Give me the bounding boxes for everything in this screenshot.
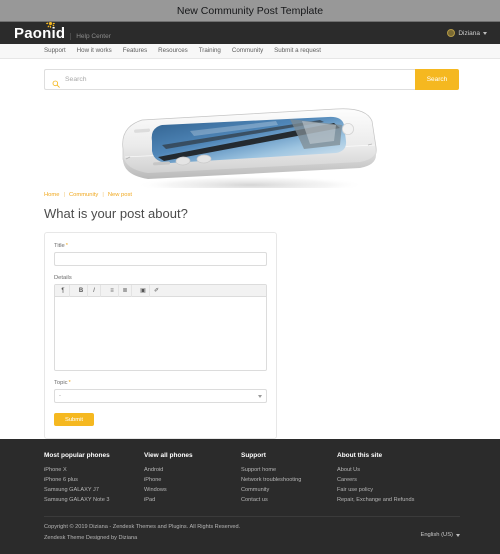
- details-field-label: Details: [54, 275, 72, 281]
- user-avatar-icon: [447, 29, 456, 38]
- nav-item-community[interactable]: Community: [232, 47, 263, 54]
- footer-column-most-popular-phones: Most popular phones iPhone X iPhone 6 pl…: [44, 452, 144, 507]
- footer-columns: Most popular phones iPhone X iPhone 6 pl…: [44, 452, 460, 507]
- window-title: New Community Post Template: [176, 4, 324, 17]
- breadcrumb-separator: |: [102, 192, 104, 198]
- search-placeholder: Search: [65, 75, 87, 83]
- nav-item-training[interactable]: Training: [199, 47, 221, 54]
- details-textarea[interactable]: [55, 297, 266, 370]
- footer-link[interactable]: iPhone: [144, 477, 241, 483]
- breadcrumb-item-new-post[interactable]: New post: [108, 192, 132, 198]
- language-selector[interactable]: English (US): [420, 532, 460, 538]
- footer-link[interactable]: Network troubleshooting: [241, 477, 337, 483]
- bold-icon[interactable]: B: [75, 285, 88, 297]
- footer-link[interactable]: Windows: [144, 487, 241, 493]
- search-button[interactable]: Search: [415, 68, 459, 90]
- footer-link[interactable]: iPhone X: [44, 467, 144, 473]
- topic-field-group: Topic* -: [54, 380, 267, 403]
- paragraph-icon[interactable]: ¶: [57, 285, 70, 297]
- site-header: Paonid Help Center Diziana: [0, 22, 500, 45]
- new-post-form: Title* Details ¶ B I ≡ ≣ ▣ ✐ Topic* - Su…: [44, 232, 277, 439]
- footer-link[interactable]: Support home: [241, 467, 337, 473]
- chevron-down-icon: [258, 394, 262, 398]
- search-section: Search Search: [0, 58, 500, 99]
- footer-link[interactable]: iPad: [144, 497, 241, 503]
- footer-column-view-all-phones: View all phones Android iPhone Windows i…: [144, 452, 241, 507]
- breadcrumb-separator: |: [63, 192, 65, 198]
- title-field-group: Title*: [54, 243, 267, 266]
- search-icon: [52, 75, 60, 88]
- editor-toolbar: ¶ B I ≡ ≣ ▣ ✐: [55, 285, 266, 297]
- footer-link[interactable]: Fair use policy: [337, 487, 457, 493]
- footer-link[interactable]: Android: [144, 467, 241, 473]
- details-editor: ¶ B I ≡ ≣ ▣ ✐: [54, 284, 267, 371]
- topic-field-label: Topic*: [54, 380, 267, 386]
- hero-image: [0, 98, 500, 188]
- page-root: Paonid Help Center Diziana Support How i…: [0, 22, 500, 554]
- chevron-down-icon: [456, 533, 460, 537]
- brand-subtitle: Help Center: [70, 32, 111, 40]
- breadcrumb-item-home[interactable]: Home: [44, 192, 59, 198]
- title-label-text: Title: [54, 243, 65, 249]
- footer-link[interactable]: About Us: [337, 467, 457, 473]
- user-menu[interactable]: Diziana: [447, 29, 487, 38]
- footer-heading: Support: [241, 452, 266, 459]
- user-menu-label: Diziana: [458, 29, 480, 37]
- footer-heading: Most popular phones: [44, 452, 110, 459]
- footer-link[interactable]: Repair, Exchange and Refunds: [337, 497, 457, 503]
- insert-image-icon[interactable]: ▣: [137, 285, 150, 297]
- footer-link[interactable]: Community: [241, 487, 337, 493]
- topic-select-value: -: [59, 393, 61, 399]
- required-marker: *: [68, 380, 71, 386]
- unordered-list-icon[interactable]: ≡: [106, 285, 119, 297]
- details-field-group: Details ¶ B I ≡ ≣ ▣ ✐: [54, 275, 267, 371]
- italic-icon[interactable]: I: [88, 285, 101, 297]
- breadcrumb: Home | Community | New post: [0, 188, 500, 202]
- language-selector-label: English (US): [420, 532, 453, 538]
- copyright-line-2: Zendesk Theme Designed by Diziana: [44, 535, 138, 541]
- brand-logo-text: Paonid: [14, 24, 66, 42]
- footer-link[interactable]: Careers: [337, 477, 457, 483]
- footer-column-support: Support Support home Network troubleshoo…: [241, 452, 337, 507]
- footer-heading: View all phones: [144, 452, 193, 459]
- copyright-block: Copyright © 2019 Diziana - Zendesk Theme…: [44, 524, 420, 546]
- nav-item-how-it-works[interactable]: How it works: [77, 47, 112, 54]
- footer-link[interactable]: iPhone 6 plus: [44, 477, 144, 483]
- nav-item-features[interactable]: Features: [123, 47, 147, 54]
- topic-select[interactable]: -: [54, 389, 267, 403]
- search-input[interactable]: Search: [44, 68, 415, 90]
- submit-button[interactable]: Submit: [54, 413, 94, 426]
- footer-link[interactable]: Samsung GALAXY J7: [44, 487, 144, 493]
- breadcrumb-item-community[interactable]: Community: [69, 192, 98, 198]
- footer-column-about-this-site: About this site About Us Careers Fair us…: [337, 452, 457, 507]
- ordered-list-icon[interactable]: ≣: [119, 285, 132, 297]
- page-title: What is your post about?: [44, 206, 188, 221]
- nav-item-resources[interactable]: Resources: [158, 47, 188, 54]
- footer-link[interactable]: Contact us: [241, 497, 337, 503]
- window-titlebar: New Community Post Template: [0, 0, 500, 22]
- gear-icon: [46, 22, 55, 28]
- required-marker: *: [65, 243, 69, 249]
- main-content: What is your post about? Title* Details …: [0, 202, 500, 439]
- title-field-label: Title*: [54, 243, 267, 249]
- topic-label-text: Topic: [54, 380, 68, 386]
- nav-item-submit-a-request[interactable]: Submit a request: [274, 47, 321, 54]
- footer-heading: About this site: [337, 452, 383, 459]
- footer-bottom-bar: Copyright © 2019 Diziana - Zendesk Theme…: [44, 516, 460, 554]
- brand[interactable]: Paonid Help Center: [14, 22, 111, 42]
- primary-nav: Support How it works Features Resources …: [0, 44, 500, 59]
- footer-link[interactable]: Samsung GALAXY Note 3: [44, 497, 144, 503]
- site-footer: Most popular phones iPhone X iPhone 6 pl…: [0, 439, 500, 554]
- insert-link-icon[interactable]: ✐: [150, 285, 163, 297]
- nav-item-support[interactable]: Support: [44, 47, 66, 54]
- copyright-line-1: Copyright © 2019 Diziana - Zendesk Theme…: [44, 524, 241, 530]
- title-input[interactable]: [54, 252, 267, 266]
- chevron-down-icon: [483, 31, 487, 35]
